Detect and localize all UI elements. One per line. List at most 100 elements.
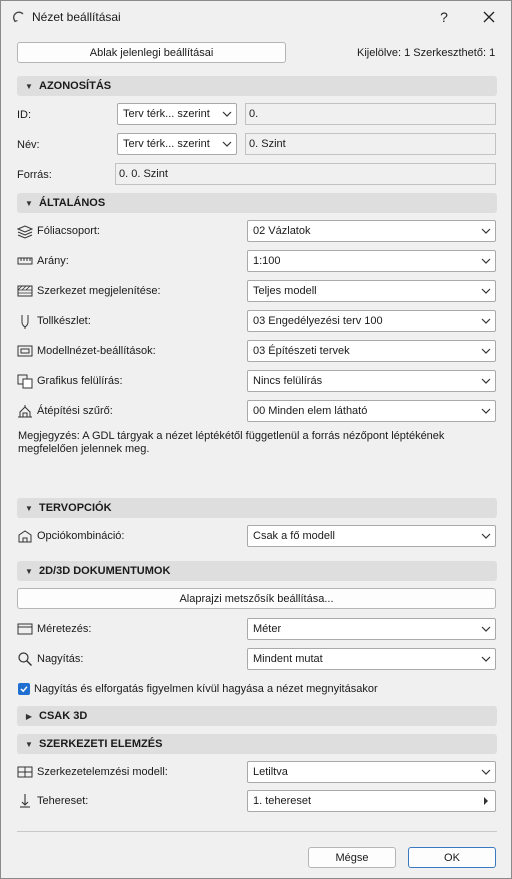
scale-label: Arány: xyxy=(37,255,69,267)
section-general[interactable]: ▼ ÁLTALÁNOS xyxy=(17,193,497,213)
scale-ruler-icon xyxy=(17,257,33,265)
name-field[interactable]: 0. Szint xyxy=(245,133,496,155)
chevron-down-icon xyxy=(481,533,491,539)
section-only-3d[interactable]: ▶ CSAK 3D xyxy=(17,706,497,726)
section-structural-analysis-title: SZERKEZETI ELEMZÉS xyxy=(39,738,163,750)
zoom-magnifier-icon xyxy=(18,652,32,666)
structure-display-dropdown[interactable]: Teljes modell xyxy=(247,280,496,302)
option-combination-dropdown[interactable]: Csak a fő modell xyxy=(247,525,496,547)
option-combination-icon xyxy=(18,530,32,543)
chevron-down-icon xyxy=(481,769,491,775)
section-2d3d-documents[interactable]: ▼ 2D/3D DOKUMENTUMOK xyxy=(17,561,497,581)
section-general-title: ÁLTALÁNOS xyxy=(39,197,106,209)
floor-plan-cut-plane-button[interactable]: Alaprajzi metszősík beállítása... xyxy=(17,588,496,609)
chevron-down-icon xyxy=(481,318,491,324)
cancel-button[interactable]: Mégse xyxy=(308,847,396,868)
model-view-dropdown[interactable]: 03 Építészeti tervek xyxy=(247,340,496,362)
model-view-icon xyxy=(17,345,33,357)
chevron-down-icon xyxy=(481,258,491,264)
footer-divider xyxy=(17,831,497,832)
name-mode-dropdown[interactable]: Terv térk... szerint xyxy=(117,133,237,155)
layer-combination-value: 02 Vázlatok xyxy=(253,225,311,237)
window-title: Nézet beállításai xyxy=(32,10,121,24)
section-2d3d-documents-title: 2D/3D DOKUMENTUMOK xyxy=(39,565,171,577)
chevron-down-icon xyxy=(481,288,491,294)
collapse-triangle-icon: ▼ xyxy=(25,198,33,208)
graphic-override-icon xyxy=(17,374,33,389)
renovation-filter-value: 00 Minden elem látható xyxy=(253,405,368,417)
renovation-filter-label: Átépítési szűrő: xyxy=(37,405,113,417)
section-identification-title: AZONOSÍTÁS xyxy=(39,80,112,92)
graphic-override-dropdown[interactable]: Nincs felülírás xyxy=(247,370,496,392)
source-label: Forrás: xyxy=(17,169,52,181)
structure-display-label: Szerkezet megjelenítése: xyxy=(37,285,161,297)
current-settings-button[interactable]: Ablak jelenlegi beállításai xyxy=(17,42,286,63)
scale-value: 1:100 xyxy=(253,255,281,267)
section-design-options[interactable]: ▼ TERVOPCIÓK xyxy=(17,498,497,518)
renovation-filter-icon xyxy=(18,405,32,418)
help-button[interactable]: ? xyxy=(433,7,455,27)
zoom-dropdown[interactable]: Mindent mutat xyxy=(247,648,496,670)
section-only-3d-title: CSAK 3D xyxy=(39,710,88,722)
chevron-down-icon xyxy=(481,228,491,234)
collapse-triangle-icon: ▼ xyxy=(25,566,33,576)
analytical-model-label: Szerkezetelemzési modell: xyxy=(37,766,168,778)
section-structural-analysis[interactable]: ▼ SZERKEZETI ELEMZÉS xyxy=(17,734,497,754)
selection-info: Kijelölve: 1 Szerkeszthető: 1 xyxy=(357,47,496,59)
renovation-filter-dropdown[interactable]: 00 Minden elem látható xyxy=(247,400,496,422)
chevron-down-icon xyxy=(481,408,491,414)
collapse-triangle-icon: ▼ xyxy=(25,739,33,749)
chevron-down-icon xyxy=(481,378,491,384)
chevron-down-icon xyxy=(481,656,491,662)
chevron-down-icon xyxy=(481,626,491,632)
ignore-zoom-checkbox[interactable] xyxy=(18,683,30,695)
zoom-value: Mindent mutat xyxy=(253,653,323,665)
chevron-down-icon xyxy=(481,348,491,354)
pen-set-label: Tollkészlet: xyxy=(37,315,91,327)
analytical-model-dropdown[interactable]: Letiltva xyxy=(247,761,496,783)
id-mode-dropdown[interactable]: Terv térk... szerint xyxy=(117,103,237,125)
load-case-icon xyxy=(20,794,30,808)
layer-combination-icon xyxy=(17,225,33,239)
id-mode-value: Terv térk... szerint xyxy=(123,108,210,120)
chevron-right-icon xyxy=(484,797,488,805)
chevron-down-icon xyxy=(222,111,232,117)
structure-display-value: Teljes modell xyxy=(253,285,317,297)
pen-set-dropdown[interactable]: 03 Engedélyezési terv 100 xyxy=(247,310,496,332)
layer-combination-dropdown[interactable]: 02 Vázlatok xyxy=(247,220,496,242)
chevron-down-icon xyxy=(222,141,232,147)
close-button[interactable] xyxy=(478,7,500,27)
source-field: 0. 0. Szint xyxy=(115,163,496,185)
view-settings-icon xyxy=(13,11,24,23)
layer-combination-label: Fóliacsoport: xyxy=(37,225,100,237)
graphic-override-value: Nincs felülírás xyxy=(253,375,323,387)
ok-button[interactable]: OK xyxy=(408,847,496,868)
zoom-label: Nagyítás: xyxy=(37,653,84,665)
pen-set-value: 03 Engedélyezési terv 100 xyxy=(253,315,383,327)
dimensioning-dropdown[interactable]: Méter xyxy=(247,618,496,640)
analytical-model-value: Letiltva xyxy=(253,766,288,778)
dimensioning-value: Méter xyxy=(253,623,282,635)
collapse-triangle-icon: ▼ xyxy=(25,81,33,91)
option-combination-label: Opciókombináció: xyxy=(37,530,125,542)
model-view-value: 03 Építészeti tervek xyxy=(253,345,350,357)
load-case-label: Tehereset: xyxy=(37,795,89,807)
dimensioning-icon xyxy=(17,623,33,635)
section-identification[interactable]: ▼ AZONOSÍTÁS xyxy=(17,76,497,96)
expand-triangle-icon: ▶ xyxy=(25,711,33,721)
load-case-dropdown[interactable]: 1. tehereset xyxy=(247,790,496,812)
close-icon xyxy=(483,11,495,23)
id-label: ID: xyxy=(17,109,32,121)
model-view-label: Modellnézet-beállítások: xyxy=(37,345,156,357)
id-field[interactable]: 0. xyxy=(245,103,496,125)
title-bar: Nézet beállításai ? xyxy=(1,1,511,33)
section-design-options-title: TERVOPCIÓK xyxy=(39,502,112,514)
structural-model-icon xyxy=(17,766,33,778)
structure-display-icon xyxy=(17,285,33,297)
graphic-override-label: Grafikus felülírás: xyxy=(37,375,123,387)
checkmark-icon xyxy=(20,686,28,693)
ignore-zoom-label[interactable]: Nagyítás és elforgatás figyelmen kívül h… xyxy=(34,683,378,695)
pen-set-icon xyxy=(21,315,29,329)
name-label: Név: xyxy=(17,139,40,151)
scale-dropdown[interactable]: 1:100 xyxy=(247,250,496,272)
